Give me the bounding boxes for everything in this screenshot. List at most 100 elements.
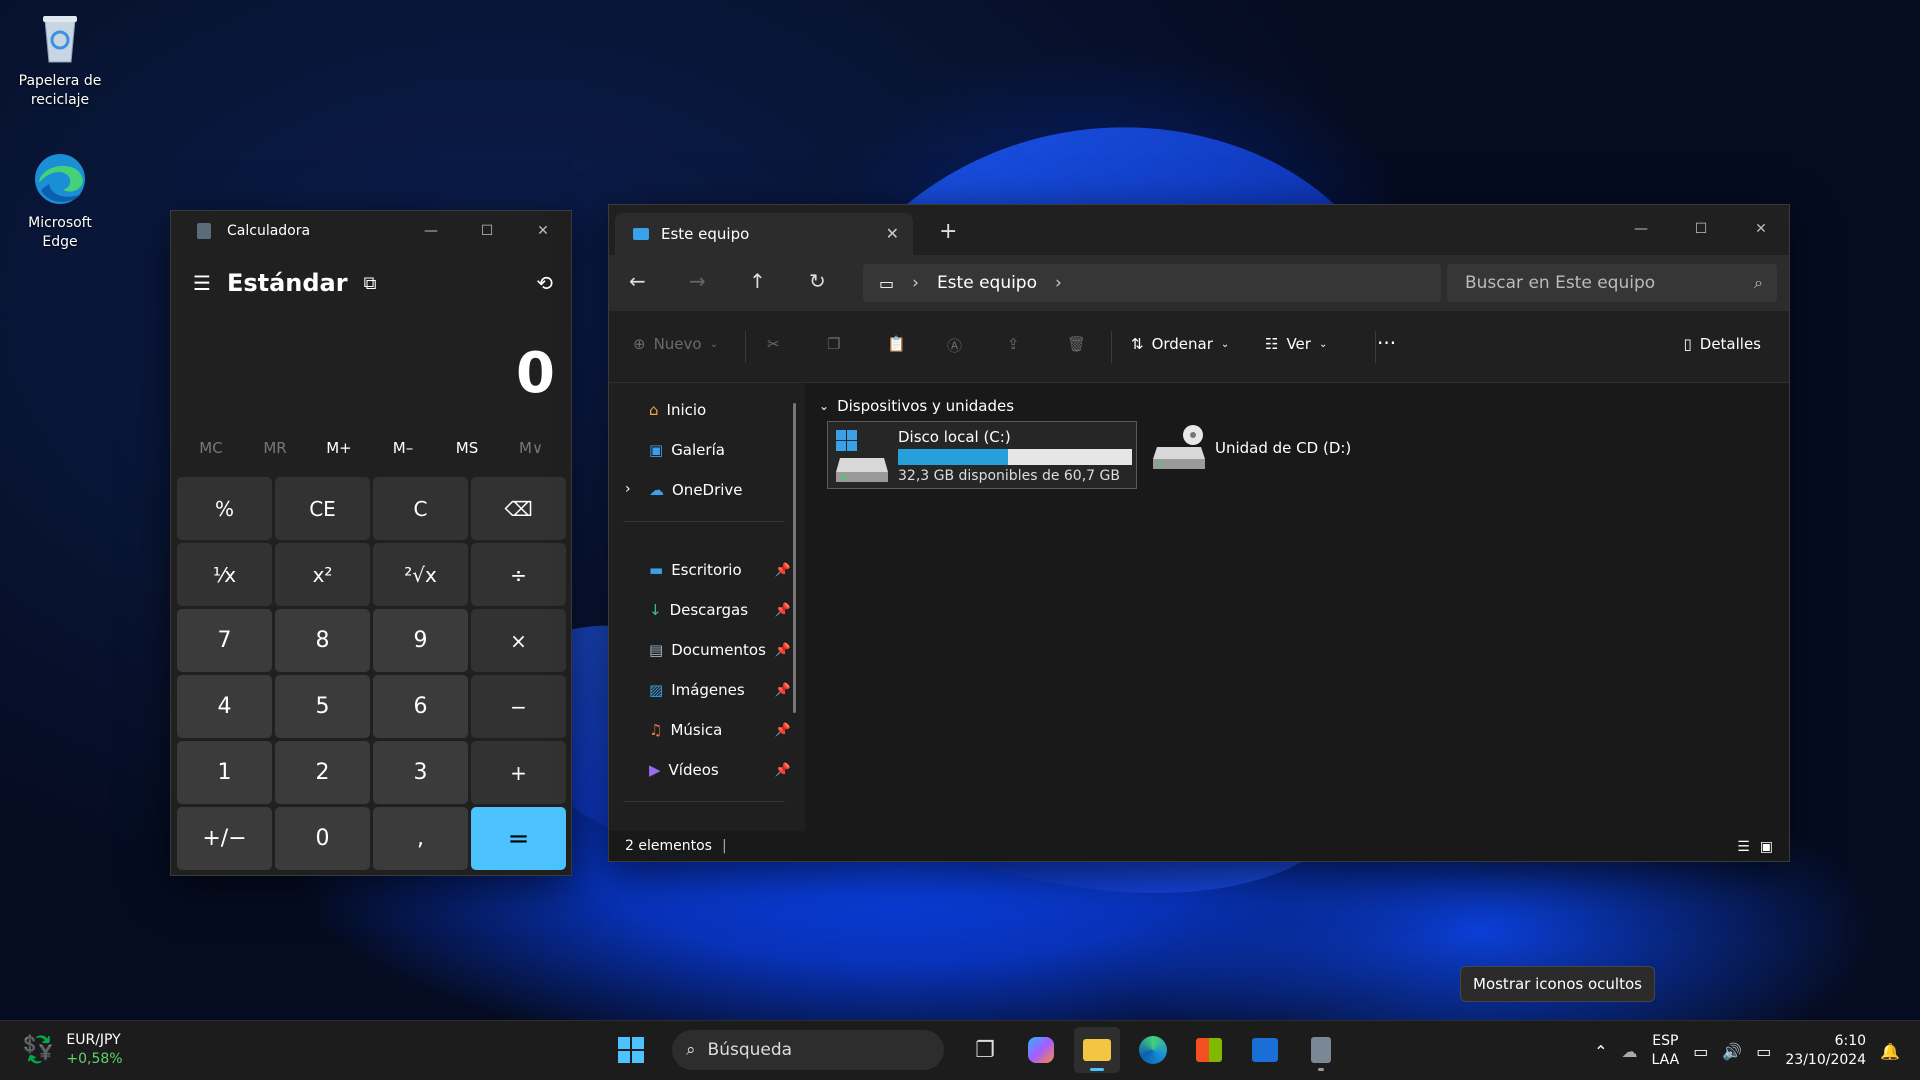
digit-8-key[interactable]: 8 xyxy=(275,609,370,672)
view-button[interactable]: ☷ Ver ⌄ xyxy=(1265,335,1327,353)
sidebar-item-musica[interactable]: ♫ Música xyxy=(649,721,722,739)
home-icon: ⌂ xyxy=(649,401,659,419)
desktop-icon-edge[interactable]: Microsoft Edge xyxy=(10,150,110,252)
drive-item-c[interactable]: Disco local (C:) 32,3 GB disponibles de … xyxy=(827,421,1137,489)
calculator-button[interactable] xyxy=(1298,1027,1344,1073)
decimal-key[interactable]: , xyxy=(373,807,468,870)
desktop-icon-recycle-bin[interactable]: Papelera de reciclaje xyxy=(10,8,110,110)
taskbar-search[interactable]: ⌕ Búsqueda xyxy=(672,1030,944,1070)
new-button[interactable]: ⊕ Nuevo ⌄ xyxy=(633,335,718,353)
backspace-key[interactable]: ⌫ xyxy=(471,477,566,540)
group-header[interactable]: ⌄ Dispositivos y unidades xyxy=(819,397,1014,415)
sidebar-scrollbar[interactable] xyxy=(793,403,796,713)
sidebar-item-inicio[interactable]: ⌂ Inicio xyxy=(649,401,706,419)
share-icon[interactable]: ⇪ xyxy=(1007,335,1020,353)
up-arrow-icon[interactable]: ↑ xyxy=(749,269,766,293)
paste-icon[interactable]: 📋 xyxy=(887,335,906,353)
minimize-button[interactable]: — xyxy=(1613,209,1669,249)
memory-clear-button[interactable]: MC xyxy=(181,439,241,457)
digit-9-key[interactable]: 9 xyxy=(373,609,468,672)
digit-6-key[interactable]: 6 xyxy=(373,675,468,738)
memory-list-button[interactable]: M∨ xyxy=(501,439,561,457)
close-button[interactable]: ✕ xyxy=(1733,209,1789,249)
more-options-icon[interactable]: ··· xyxy=(1377,331,1396,355)
history-icon[interactable]: ⟲ xyxy=(536,271,553,295)
square-root-key[interactable]: ²√x xyxy=(373,543,468,606)
details-view-icon[interactable]: ☰ xyxy=(1737,839,1750,855)
sidebar-item-escritorio[interactable]: ▬ Escritorio xyxy=(649,561,795,579)
volume-icon[interactable]: 🔊 xyxy=(1722,1042,1742,1061)
hamburger-menu-icon[interactable]: ☰ xyxy=(193,271,211,295)
chevron-up-icon[interactable]: ⌃ xyxy=(1594,1042,1607,1061)
language-indicator[interactable]: ESP LAA xyxy=(1652,1032,1680,1070)
digit-1-key[interactable]: 1 xyxy=(177,741,272,804)
clear-key[interactable]: C xyxy=(373,477,468,540)
maximize-button[interactable]: ☐ xyxy=(459,211,515,251)
negate-key[interactable]: +/− xyxy=(177,807,272,870)
hard-drive-icon xyxy=(836,430,888,482)
multiply-key[interactable]: × xyxy=(471,609,566,672)
sidebar-item-documentos[interactable]: ▤ Documentos xyxy=(649,641,766,659)
start-button[interactable] xyxy=(608,1027,654,1073)
task-view-button[interactable]: ❐ xyxy=(962,1027,1008,1073)
forward-arrow-icon[interactable]: → xyxy=(689,269,706,293)
sidebar-item-descargas[interactable]: ↓ Descargas xyxy=(649,601,748,619)
file-explorer-button[interactable] xyxy=(1074,1027,1120,1073)
memory-recall-button[interactable]: MR xyxy=(245,439,305,457)
add-key[interactable]: + xyxy=(471,741,566,804)
drive-item-d[interactable]: Unidad de CD (D:) xyxy=(1151,423,1351,473)
sort-button[interactable]: ⇅ Ordenar ⌄ xyxy=(1131,335,1229,353)
minimize-button[interactable]: — xyxy=(403,211,459,251)
address-bar[interactable]: ▭ › Este equipo › xyxy=(863,264,1441,302)
battery-icon[interactable]: ▭ xyxy=(1756,1042,1771,1061)
delete-icon[interactable]: 🗑 xyxy=(1067,335,1086,353)
expand-chevron-icon[interactable]: › xyxy=(625,481,631,497)
digit-4-key[interactable]: 4 xyxy=(177,675,272,738)
widgets-button[interactable]: 💱 EUR/JPY +0,58% xyxy=(22,1031,123,1069)
rename-icon[interactable]: Ⓐ xyxy=(947,335,962,356)
cut-icon[interactable]: ✂ xyxy=(767,335,780,353)
search-input[interactable]: Buscar en Este equipo ⌕ xyxy=(1447,264,1777,302)
network-icon[interactable]: ▭ xyxy=(1693,1042,1708,1061)
sidebar-item-galeria[interactable]: ▣ Galería xyxy=(649,441,725,459)
digit-0-key[interactable]: 0 xyxy=(275,807,370,870)
sidebar-item-onedrive[interactable]: ☁ OneDrive xyxy=(649,481,743,499)
edge-button[interactable] xyxy=(1130,1027,1176,1073)
chevron-right-icon[interactable]: › xyxy=(1055,273,1062,293)
new-tab-button[interactable]: + xyxy=(939,219,957,244)
store-button[interactable] xyxy=(1186,1027,1232,1073)
close-button[interactable]: ✕ xyxy=(515,211,571,251)
back-arrow-icon[interactable]: ← xyxy=(629,269,646,293)
memory-subtract-button[interactable]: M– xyxy=(373,439,433,457)
onedrive-off-icon[interactable]: ☁ xyxy=(1622,1042,1638,1061)
chevron-down-icon: ⌄ xyxy=(1220,338,1230,350)
percent-key[interactable]: % xyxy=(177,477,272,540)
details-button[interactable]: ▯ Detalles xyxy=(1684,335,1762,353)
digit-7-key[interactable]: 7 xyxy=(177,609,272,672)
tiles-view-icon[interactable]: ▣ xyxy=(1760,839,1773,855)
digit-2-key[interactable]: 2 xyxy=(275,741,370,804)
reciprocal-key[interactable]: ¹⁄x xyxy=(177,543,272,606)
square-key[interactable]: x² xyxy=(275,543,370,606)
copilot-button[interactable] xyxy=(1018,1027,1064,1073)
sidebar-item-imagenes[interactable]: ▨ Imágenes xyxy=(649,681,745,699)
refresh-icon[interactable]: ↻ xyxy=(809,269,826,293)
clear-entry-key[interactable]: CE xyxy=(275,477,370,540)
digit-5-key[interactable]: 5 xyxy=(275,675,370,738)
sidebar-item-videos[interactable]: ▶ Vídeos xyxy=(649,761,719,779)
equals-key[interactable]: = xyxy=(471,807,566,870)
memory-store-button[interactable]: MS xyxy=(437,439,497,457)
subtract-key[interactable]: − xyxy=(471,675,566,738)
keep-on-top-icon[interactable]: ⧉ xyxy=(364,273,377,294)
close-tab-icon[interactable]: ✕ xyxy=(886,224,899,243)
memory-add-button[interactable]: M+ xyxy=(309,439,369,457)
breadcrumb[interactable]: Este equipo xyxy=(937,273,1037,293)
notification-bell-icon[interactable]: 🔔 xyxy=(1880,1042,1900,1061)
digit-3-key[interactable]: 3 xyxy=(373,741,468,804)
copy-icon[interactable]: ❐ xyxy=(827,335,840,353)
outlook-button[interactable] xyxy=(1242,1027,1288,1073)
tab-este-equipo[interactable]: Este equipo ✕ xyxy=(615,213,913,255)
divide-key[interactable]: ÷ xyxy=(471,543,566,606)
maximize-button[interactable]: ☐ xyxy=(1673,209,1729,249)
clock[interactable]: 6:10 23/10/2024 xyxy=(1785,1032,1866,1070)
